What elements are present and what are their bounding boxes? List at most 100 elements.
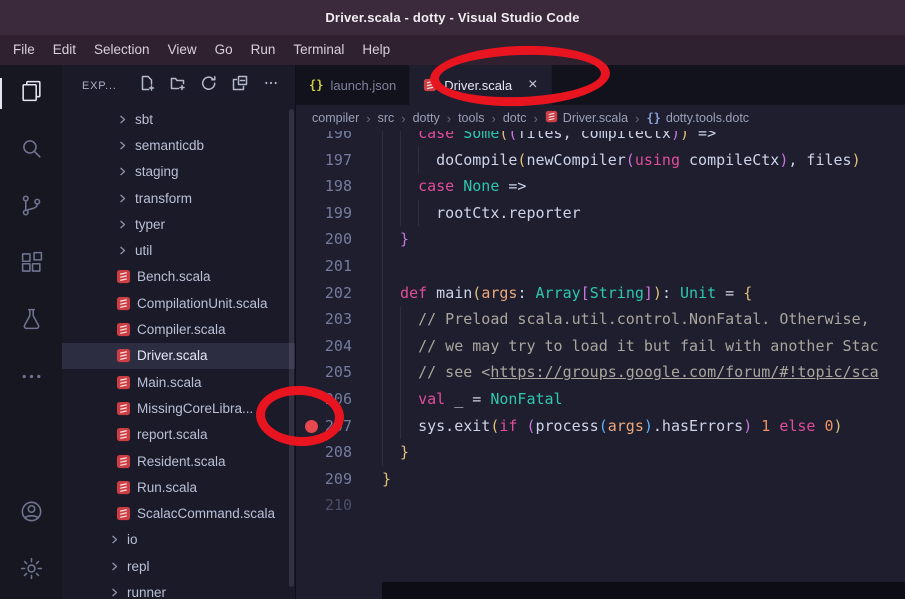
sidebar-scrollbar[interactable] [289,109,294,587]
code-line-196[interactable]: 196case Some((files, compileCtx)) => [296,131,905,147]
line-number[interactable]: 196 [296,131,382,147]
code-line-206[interactable]: 206val _ = NonFatal [296,386,905,413]
tree-item-bench-scala[interactable]: Bench.scala [62,264,295,290]
tree-item-compiler-scala[interactable]: Compiler.scala [62,316,295,342]
tree-item-scalaccommand-scala[interactable]: ScalacCommand.scala [62,500,295,526]
breadcrumb-item-tools[interactable]: tools [458,111,484,125]
breadcrumb-item-compiler[interactable]: compiler [312,111,359,125]
editor-code-area[interactable]: 196case Some((files, compileCtx)) =>197d… [296,131,905,599]
line-number[interactable]: 201 [296,253,382,280]
line-number[interactable]: 200 [296,226,382,253]
activity-settings-gear[interactable] [0,542,62,599]
activity-files[interactable] [0,65,62,122]
tab-launch-json[interactable]: {}launch.json [296,65,410,105]
refresh-button[interactable] [197,74,221,98]
code-line-204[interactable]: 204// we may try to load it but fail wit… [296,333,905,360]
code-line-210[interactable]: 210 [296,492,905,519]
explorer-toolbar [135,74,283,98]
line-number[interactable]: 207 [296,413,382,440]
breakpoint-dot[interactable] [305,420,318,433]
line-number[interactable]: 199 [296,200,382,227]
menu-item-selection[interactable]: Selection [85,35,159,65]
tab-close-button[interactable]: × [528,77,537,93]
code-line-199[interactable]: 199rootCtx.reporter [296,200,905,227]
line-number[interactable]: 208 [296,439,382,466]
new-folder-button[interactable] [166,74,190,98]
code-line-202[interactable]: 202def main(args: Array[String]): Unit =… [296,280,905,307]
line-number[interactable]: 197 [296,147,382,174]
tree-item-resident-scala[interactable]: Resident.scala [62,448,295,474]
menu-item-go[interactable]: Go [206,35,242,65]
tree-item-label: sbt [135,112,153,127]
code-line-197[interactable]: 197doCompile(newCompiler(using compileCt… [296,147,905,174]
menu-item-help[interactable]: Help [353,35,399,65]
menu-item-edit[interactable]: Edit [44,35,85,65]
line-number[interactable]: 210 [296,492,382,519]
tree-item-main-scala[interactable]: Main.scala [62,369,295,395]
code-line-205[interactable]: 205// see <https://groups.google.com/for… [296,359,905,386]
menu-item-file[interactable]: File [4,35,44,65]
activity-bar [0,65,62,599]
line-number[interactable]: 202 [296,280,382,307]
code-line-207[interactable]: 207sys.exit(if (process(args).hasErrors)… [296,413,905,440]
file-tree: sbt semanticdbstagingtransformtyper util Be… [62,106,295,599]
activity-test-beaker[interactable] [0,293,62,350]
activity-account[interactable] [0,485,62,542]
code-line-200[interactable]: 200} [296,226,905,253]
tree-item-report-scala[interactable]: report.scala [62,422,295,448]
tree-item-driver-scala[interactable]: Driver.scala [62,343,295,369]
new-file-button[interactable] [135,74,159,98]
source-control-icon [19,193,44,223]
code-line-209[interactable]: 209} [296,466,905,493]
menu-item-run[interactable]: Run [242,35,285,65]
line-number[interactable]: 205 [296,359,382,386]
breadcrumb-item-dotty-tools-dotc[interactable]: {}dotty.tools.dotc [646,111,749,125]
activity-source-control[interactable] [0,179,62,236]
tree-item-transform[interactable]: transform [62,185,295,211]
menu-item-terminal[interactable]: Terminal [284,35,353,65]
code-line-198[interactable]: 198case None => [296,173,905,200]
breadcrumb-item-dotc[interactable]: dotc [503,111,527,125]
tree-item-io[interactable]: io [62,527,295,553]
tree-item-run-scala[interactable]: Run.scala [62,474,295,500]
menu-item-view[interactable]: View [159,35,206,65]
code-text: // we may try to load it but fail with a… [382,333,879,360]
breadcrumb-label: tools [458,111,484,125]
code-line-201[interactable]: 201 [296,253,905,280]
collapse-all-button[interactable] [228,74,252,98]
tree-item-util[interactable]: util [62,237,295,263]
breadcrumb-item-dotty[interactable]: dotty [413,111,440,125]
tree-item-typer[interactable]: typer [62,211,295,237]
tree-item-compilationunit-scala[interactable]: CompilationUnit.scala [62,290,295,316]
tab-driver-scala[interactable]: Driver.scala× [410,65,551,105]
code-line-203[interactable]: 203// Preload scala.util.control.NonFata… [296,306,905,333]
code-text: doCompile(newCompiler(using compileCtx),… [382,147,861,174]
line-number[interactable]: 206 [296,386,382,413]
account-icon [19,499,44,529]
tree-item-missingcorelibra[interactable]: MissingCoreLibra... [62,395,295,421]
tree-item-staging[interactable]: staging [62,159,295,185]
indent-guide [400,173,418,200]
tree-item-runner[interactable]: runner [62,579,295,599]
refresh-icon [201,75,217,96]
code-text: // Preload scala.util.control.NonFatal. … [382,306,870,333]
scala-icon [116,454,131,469]
code-line-208[interactable]: 208} [296,439,905,466]
code-text: } [382,226,409,253]
tree-item-sbt[interactable]: sbt [62,106,295,132]
line-number[interactable]: 209 [296,466,382,493]
line-number[interactable]: 198 [296,173,382,200]
tree-item-semanticdb[interactable]: semanticdb [62,132,295,158]
scala-icon [116,427,131,442]
activity-extensions[interactable] [0,236,62,293]
activity-more[interactable] [0,350,62,407]
more-button[interactable] [259,74,283,98]
line-number[interactable]: 204 [296,333,382,360]
activity-search[interactable] [0,122,62,179]
tree-item-repl[interactable]: repl [62,553,295,579]
indent-guide [400,147,418,174]
breadcrumb-item-driver-scala[interactable]: Driver.scala [545,110,628,126]
breadcrumb-item-src[interactable]: src [378,111,395,125]
line-number[interactable]: 203 [296,306,382,333]
tree-item-label: util [135,243,152,258]
